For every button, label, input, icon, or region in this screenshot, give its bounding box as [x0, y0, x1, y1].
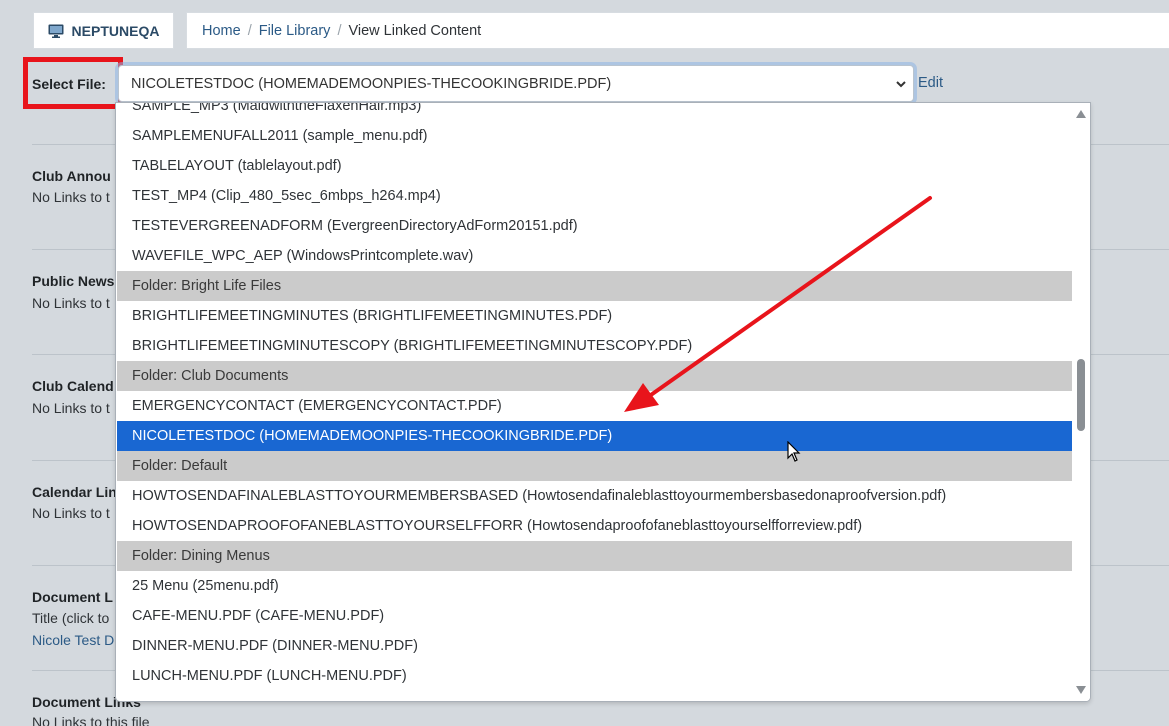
scroll-up-arrow-icon[interactable] [1075, 109, 1087, 119]
select-file-dropdown[interactable]: NICOLETESTDOC (HOMEMADEMOONPIES-THECOOKI… [118, 65, 914, 102]
dropdown-option[interactable]: CAFE-MENU.PDF (CAFE-MENU.PDF) [117, 601, 1072, 631]
dropdown-option[interactable]: BRIGHTLIFEMEETINGMINUTES (BRIGHTLIFEMEET… [117, 301, 1072, 331]
document-link[interactable]: Nicole Test D [32, 632, 114, 648]
section-title: Public News [32, 273, 115, 289]
dropdown-options: SAMPLE_MP3 (MaidwiththeFlaxenHair.mp3) S… [117, 103, 1072, 691]
dropdown-option[interactable]: 25 Menu (25menu.pdf) [117, 571, 1072, 601]
section-title: Club Calend [32, 378, 114, 394]
dropdown-option[interactable]: SAMPLE_MP3 (MaidwiththeFlaxenHair.mp3) [117, 103, 1072, 121]
edit-link[interactable]: Edit [918, 75, 943, 91]
breadcrumb-file-library-link[interactable]: File Library [259, 23, 331, 39]
dropdown-folder-header: Folder: Bright Life Files [117, 271, 1072, 301]
breadcrumb: Home / File Library / View Linked Conten… [186, 12, 1169, 49]
dropdown-option[interactable]: SAMPLEMENUFALL2011 (sample_menu.pdf) [117, 121, 1072, 151]
breadcrumb-separator: / [337, 22, 342, 39]
dropdown-option[interactable]: DINNER-MENU.PDF (DINNER-MENU.PDF) [117, 631, 1072, 661]
select-file-value: NICOLETESTDOC (HOMEMADEMOONPIES-THECOOKI… [131, 75, 612, 92]
dropdown-folder-header: Folder: Default [117, 451, 1072, 481]
page: NEPTUNEQA Home / File Library / View Lin… [0, 0, 1169, 726]
dropdown-option[interactable]: BRIGHTLIFEMEETINGMINUTESCOPY (BRIGHTLIFE… [117, 331, 1072, 361]
section-text: No Links to t [32, 505, 110, 521]
scroll-thumb[interactable] [1077, 359, 1085, 431]
section-title: Club Annou [32, 168, 111, 184]
scroll-down-arrow-icon[interactable] [1075, 685, 1087, 695]
dropdown-option[interactable]: WAVEFILE_WPC_AEP (WindowsPrintcomplete.w… [117, 241, 1072, 271]
breadcrumb-separator: / [247, 22, 252, 39]
dropdown-folder-header: Folder: Club Documents [117, 361, 1072, 391]
select-file-label: Select File: [32, 76, 106, 92]
breadcrumb-home-link[interactable]: Home [202, 23, 241, 39]
dropdown-option[interactable]: LUNCH-MENU.PDF (LUNCH-MENU.PDF) [117, 661, 1072, 691]
section-text: No Links to t [32, 295, 110, 311]
dropdown-option[interactable]: EMERGENCYCONTACT (EMERGENCYCONTACT.PDF) [117, 391, 1072, 421]
section-text: No Links to t [32, 400, 110, 416]
dropdown-option[interactable]: TESTEVERGREENADFORM (EvergreenDirectoryA… [117, 211, 1072, 241]
monitor-icon [48, 24, 64, 38]
mouse-cursor-icon [787, 441, 801, 462]
dropdown-folder-header: Folder: Dining Menus [117, 541, 1072, 571]
dropdown-option[interactable]: TABLELAYOUT (tablelayout.pdf) [117, 151, 1072, 181]
brand-label: NEPTUNEQA [71, 22, 160, 39]
section-title: Calendar Lin [32, 484, 117, 500]
section-title: Document L [32, 589, 113, 605]
dropdown-option-selected[interactable]: NICOLETESTDOC (HOMEMADEMOONPIES-THECOOKI… [117, 421, 1072, 451]
brand-button[interactable]: NEPTUNEQA [33, 12, 174, 49]
section-text: No Links to this file [32, 714, 150, 726]
dropdown-option[interactable]: TEST_MP4 (Clip_480_5sec_6mbps_h264.mp4) [117, 181, 1072, 211]
dropdown-option[interactable]: HOWTOSENDAFINALEBLASTTOYOURMEMBERSBASED … [117, 481, 1072, 511]
breadcrumb-current: View Linked Content [348, 22, 482, 39]
chevron-down-icon [896, 81, 906, 88]
section-text: Title (click to [32, 610, 110, 626]
file-dropdown-list[interactable]: SAMPLE_MP3 (MaidwiththeFlaxenHair.mp3) S… [115, 102, 1091, 702]
dropdown-option[interactable]: HOWTOSENDAPROOFOFANEBLASTTOYOURSELFFORR … [117, 511, 1072, 541]
section-text: No Links to t [32, 189, 110, 205]
dropdown-scrollbar[interactable] [1072, 103, 1090, 701]
